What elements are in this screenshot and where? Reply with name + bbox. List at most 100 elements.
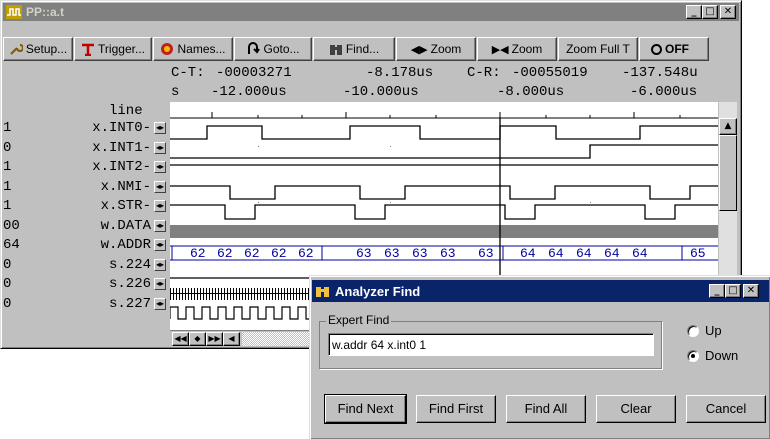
addr-value: 63 <box>412 246 428 261</box>
addr-value: 62 <box>190 246 206 261</box>
off-button[interactable]: OFF <box>639 37 709 61</box>
wrench-icon <box>10 43 23 55</box>
toolbar: Setup... Trigger... Names... Goto... Fin… <box>3 37 739 61</box>
signal-list: 1 x.INT0- ◂▸ 0 x.INT1- ◂▸ 1 x.INT2- ◂▸ 1… <box>3 119 168 314</box>
zoom-out-icon: ◀▶ <box>410 43 428 56</box>
find-next-button[interactable]: Find Next <box>324 394 407 424</box>
find-button[interactable]: Find... <box>313 37 395 61</box>
scroll-last-icon[interactable]: ▶▶ <box>206 332 223 346</box>
find-dialog-titlebar[interactable]: Analyzer Find _ □ ✕ <box>312 280 769 302</box>
signal-value: 1 <box>3 159 12 175</box>
goto-button[interactable]: Goto... <box>234 37 312 61</box>
signal-name: x.INT2- <box>92 159 151 175</box>
radio-checked-icon <box>687 349 699 362</box>
window-title: PP::a.t <box>26 5 65 19</box>
caption-buttons: _ □ ✕ <box>686 5 736 19</box>
zoom-in-button[interactable]: ▶◀ Zoom <box>477 37 557 61</box>
maximize-button[interactable]: □ <box>702 5 718 19</box>
signal-row[interactable]: 0 x.INT1- ◂▸ <box>3 139 168 159</box>
signal-name: s.226 <box>108 276 151 292</box>
cancel-button[interactable]: Cancel <box>686 395 766 423</box>
signal-row[interactable]: 1 x.INT0- ◂▸ <box>3 119 168 139</box>
link-icon[interactable]: ◂▸ <box>154 219 166 232</box>
signal-name: x.NMI- <box>100 178 151 195</box>
time-tick-label: -10.000us <box>343 84 419 100</box>
link-icon[interactable]: ◂▸ <box>154 200 166 212</box>
clear-button[interactable]: Clear <box>596 395 676 423</box>
find-dialog-title: Analyzer Find <box>335 283 421 299</box>
analyzer-app-icon <box>6 5 22 19</box>
signal-name: s.227 <box>108 295 151 312</box>
cursor-info: C-T: -00003271 -8.178us C-R: -00055019 -… <box>171 65 698 81</box>
signal-value: 64 <box>3 237 20 253</box>
names-icon <box>161 43 174 55</box>
setup-button[interactable]: Setup... <box>3 37 73 61</box>
signal-value: 0 <box>3 256 12 273</box>
signal-row[interactable]: 00 w.DATA ◂▸ <box>3 217 168 237</box>
signal-name: s.224 <box>108 256 151 273</box>
scroll-left-icon[interactable]: ◀ <box>223 332 240 346</box>
addr-value: 63 <box>478 246 494 261</box>
find-first-button[interactable]: Find First <box>416 395 496 423</box>
signal-row[interactable]: 1 x.INT2- ◂▸ <box>3 158 168 178</box>
time-axis: s -12.000us -10.000us -8.000us -6.000us <box>171 84 698 100</box>
addr-value: 64 <box>548 246 564 261</box>
addr-value: 64 <box>520 246 536 261</box>
signal-row[interactable]: 1 x.STR- ◂▸ <box>3 197 168 217</box>
names-button[interactable]: Names... <box>153 37 233 61</box>
scroll-first-icon[interactable]: ◀◀ <box>172 332 189 346</box>
close-button[interactable]: ✕ <box>720 5 736 19</box>
addr-value: 62 <box>271 246 287 261</box>
signal-row[interactable]: 1 x.NMI- ◂▸ <box>3 178 168 198</box>
zoom-full-button[interactable]: Zoom Full T <box>558 37 638 61</box>
find-minimize-button[interactable]: _ <box>709 284 725 298</box>
addr-value: 63 <box>356 246 372 261</box>
scroll-up-button[interactable]: ▲ <box>719 118 737 135</box>
time-tick-label: -8.000us <box>497 84 565 100</box>
analyzer-titlebar[interactable]: PP::a.t _ □ ✕ <box>3 3 739 21</box>
signal-name: x.INT1- <box>92 139 151 156</box>
signal-row[interactable]: 64 w.ADDR ◂▸ <box>3 236 168 256</box>
minimize-button[interactable]: _ <box>686 5 702 19</box>
signal-name: x.STR- <box>100 198 151 214</box>
column-header: line <box>109 103 143 119</box>
addr-value: 65 <box>690 246 706 261</box>
goto-icon <box>248 42 261 54</box>
signal-value: 00 <box>3 217 20 234</box>
find-caption-buttons: _ □ ✕ <box>709 284 759 298</box>
expert-find-input[interactable] <box>328 333 654 356</box>
find-close-button[interactable]: ✕ <box>743 284 759 298</box>
time-tick-label: -6.000us <box>630 84 698 100</box>
trigger-icon <box>82 43 95 56</box>
addr-value: 62 <box>217 246 233 261</box>
link-icon[interactable]: ◂▸ <box>154 239 166 251</box>
addr-value: 62 <box>244 246 260 261</box>
link-icon[interactable]: ◂▸ <box>154 297 166 310</box>
link-icon[interactable]: ◂▸ <box>154 258 166 271</box>
time-tick-label: -12.000us <box>211 84 287 100</box>
link-icon[interactable]: ◂▸ <box>154 180 166 193</box>
link-icon[interactable]: ◂▸ <box>154 161 166 173</box>
find-all-button[interactable]: Find All <box>506 395 586 423</box>
binoculars-icon <box>329 45 342 55</box>
find-dialog: Analyzer Find _ □ ✕ Expert Find Up Down … <box>309 275 770 439</box>
link-icon[interactable]: ◂▸ <box>154 122 166 134</box>
radio-icon <box>651 43 662 55</box>
link-icon[interactable]: ◂▸ <box>154 141 166 154</box>
direction-up-radio[interactable]: Up <box>687 323 722 338</box>
direction-down-radio[interactable]: Down <box>687 348 738 363</box>
nav-buttons: ◀◀ ◆ ▶▶ ◀ <box>172 332 240 346</box>
signal-name: x.INT0- <box>92 120 151 136</box>
scroll-center-icon[interactable]: ◆ <box>189 332 206 346</box>
addr-value: 63 <box>384 246 400 261</box>
scroll-thumb[interactable] <box>719 135 737 211</box>
signal-row[interactable]: 0 s.227 ◂▸ <box>3 295 168 315</box>
radio-unchecked-icon <box>687 324 699 337</box>
signal-row[interactable]: 0 s.226 ◂▸ <box>3 275 168 295</box>
trigger-button[interactable]: Trigger... <box>74 37 152 61</box>
link-icon[interactable]: ◂▸ <box>154 278 166 290</box>
signal-row[interactable]: 0 s.224 ◂▸ <box>3 256 168 276</box>
signal-value: 1 <box>3 120 12 136</box>
zoom-out-button[interactable]: ◀▶ Zoom <box>396 37 476 61</box>
find-maximize-button[interactable]: □ <box>725 284 741 298</box>
